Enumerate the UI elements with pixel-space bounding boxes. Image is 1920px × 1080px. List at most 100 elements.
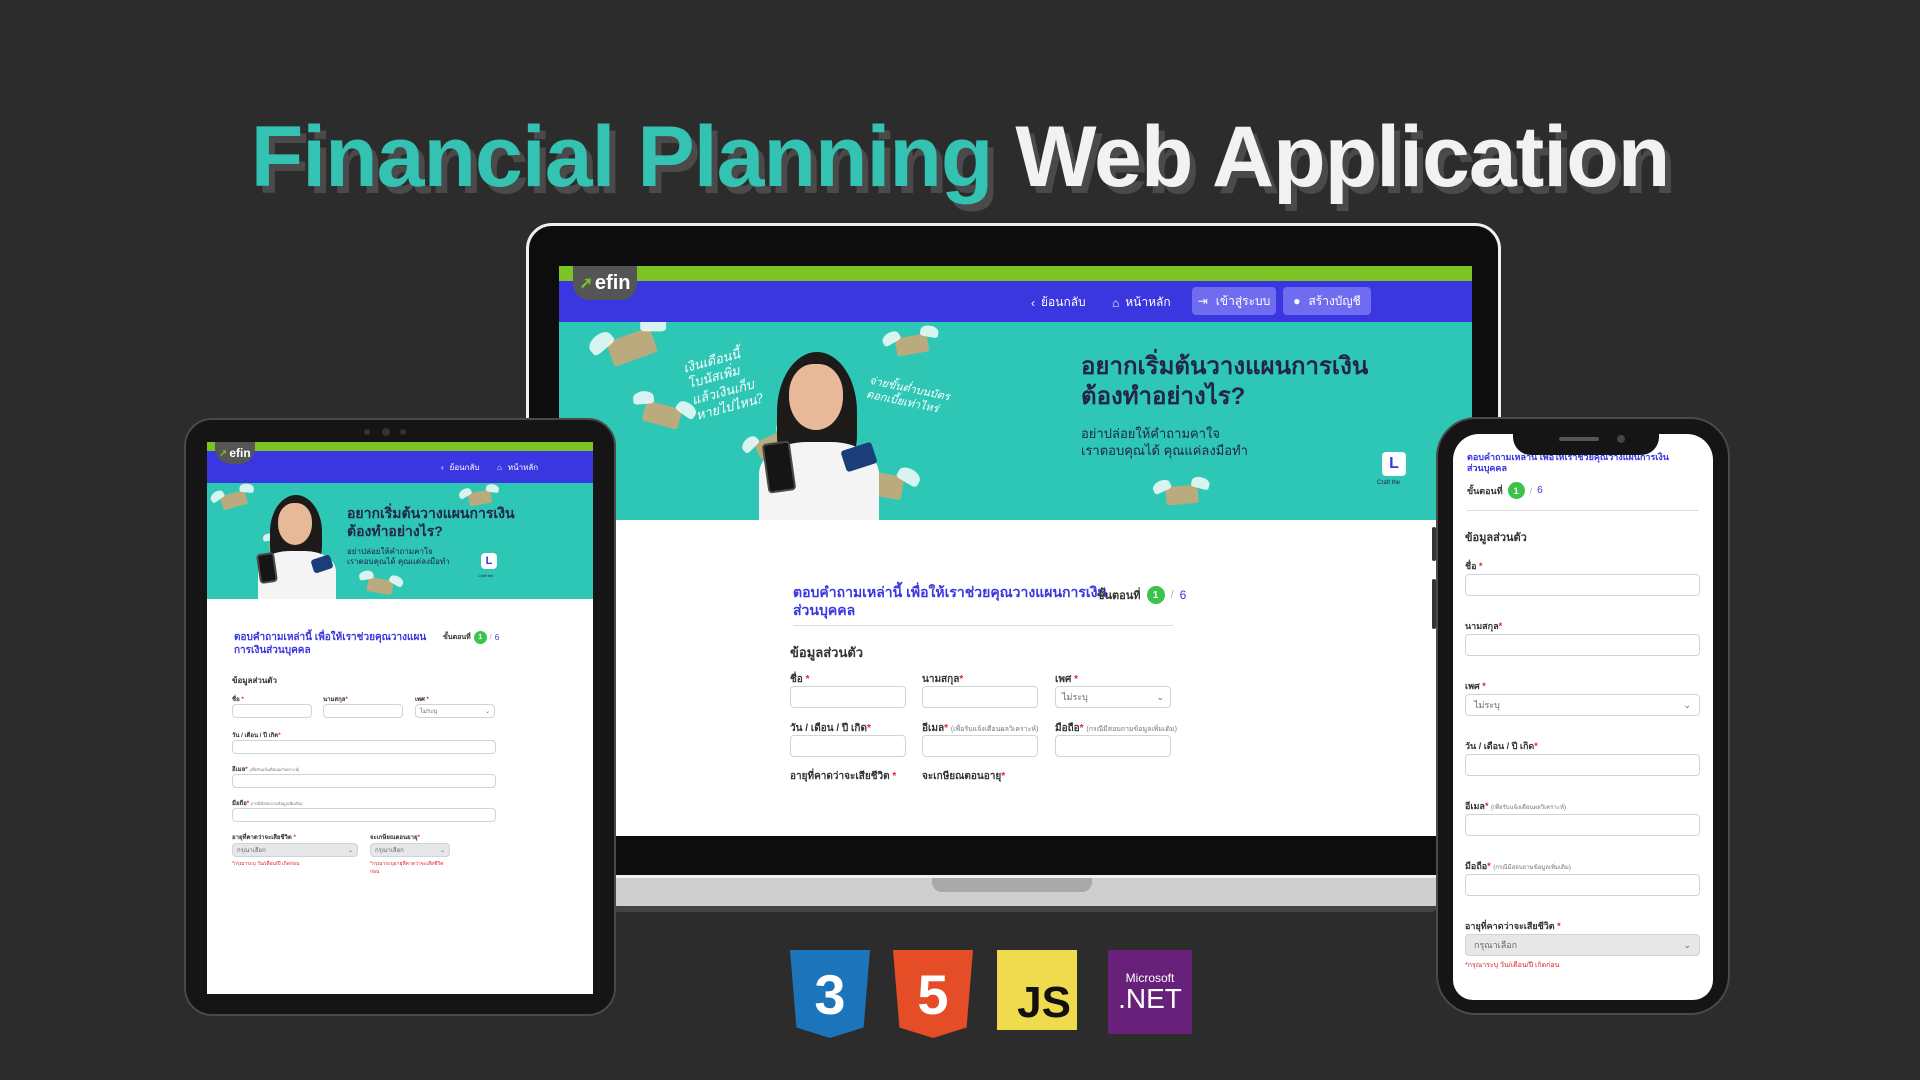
- birthdate-label: วัน / เดือน / ปี เกิด*: [232, 733, 281, 739]
- last-name-input[interactable]: [922, 686, 1038, 708]
- laptop-device: ‹ ย้อนกลับ ⌂ หน้าหลัก ⇥ เข้าสู่ระบบ ● สร…: [526, 223, 1501, 878]
- hero-sub-2: เราตอบคุณได้ คุณแค่ลงมือทำ: [1081, 442, 1248, 458]
- last-name-input[interactable]: [323, 704, 403, 718]
- email-label: อีเมล* (เพื่อรับแจ้งเตือนผลวิเคราะห์): [922, 723, 1039, 734]
- logo-text: efin: [229, 446, 251, 460]
- form-heading: ตอบคำถามเหล่านี้ เพื่อให้เราช่วยคุณวางแผ…: [234, 632, 426, 657]
- chevron-down-icon: ⌄: [347, 847, 353, 854]
- mobile-label: มือถือ* (กรณีมีสอบถามข้อมูลเพิ่มเติม): [232, 801, 303, 807]
- js-logo: JS: [997, 950, 1077, 1030]
- last-name-label: นามสกุล*: [323, 697, 348, 703]
- dotnet-label: .NET: [1118, 983, 1182, 1014]
- register-label: สร้างบัญชี: [1308, 293, 1361, 308]
- hero-headline-2: ต้องทำอย่างไร?: [1081, 383, 1246, 410]
- life-expectancy-label: อายุที่คาดว่าจะเสียชีวิต *: [1465, 921, 1561, 931]
- laptop-base: [612, 878, 1437, 908]
- html5-logo: 5: [893, 950, 973, 1038]
- birthdate-error-text: *กรุณาระบุ วัน/เดือน/ปี เกิดก่อน: [1465, 962, 1560, 969]
- hero-headline-1: อยากเริ่มต้นวางแผนการเงิน: [1081, 353, 1369, 380]
- first-name-label: ชื่อ *: [790, 674, 810, 685]
- section-personal-info: ข้อมูลส่วนตัว: [790, 645, 864, 660]
- page-title: Financial Planning Web Application: [0, 108, 1920, 207]
- step-indicator: ขั้นตอนที่ 1 / 6: [443, 631, 499, 644]
- gender-select[interactable]: ไม่ระบุ ⌄: [1055, 686, 1171, 708]
- form-divider: [1467, 510, 1699, 511]
- last-name-input[interactable]: [1465, 634, 1700, 656]
- mobile-input[interactable]: [232, 808, 496, 822]
- form-heading-line-2: การเงินส่วนบุคคล: [234, 644, 311, 656]
- birthdate-input[interactable]: [1465, 754, 1700, 776]
- flying-money-icon: [219, 489, 249, 511]
- leaf-icon: ➚: [579, 275, 593, 292]
- title-main: Web Application: [1015, 109, 1670, 205]
- nav-back-link[interactable]: ‹ ย้อนกลับ: [1031, 293, 1086, 312]
- email-label: อีเมล* (เพื่อรับแจ้งเตือนผลวิเคราะห์): [232, 767, 300, 773]
- email-input[interactable]: [232, 774, 496, 788]
- first-name-input[interactable]: [1465, 574, 1700, 596]
- flying-money-icon: [894, 333, 930, 357]
- craft-badge-logo: L: [481, 553, 497, 569]
- mobile-label: มือถือ* (กรณีมีสอบถามข้อมูลเพิ่มเติม): [1465, 861, 1571, 871]
- life-expectancy-select[interactable]: กรุณาเลือก ⌄: [232, 843, 358, 857]
- chevron-down-icon: ⌄: [439, 847, 445, 854]
- chevron-down-icon: ⌄: [1156, 691, 1164, 702]
- nav-home-label: หน้าหลัก: [507, 463, 539, 472]
- nav-home-link[interactable]: ⌂ หน้าหลัก: [497, 461, 538, 474]
- first-name-input[interactable]: [790, 686, 906, 708]
- section-personal-info: ข้อมูลส่วนตัว: [232, 676, 277, 685]
- nav-back-link[interactable]: ‹ ย้อนกลับ: [441, 461, 479, 474]
- step-separator: /: [1170, 589, 1174, 601]
- gender-select[interactable]: ไม่ระบุ ⌄: [415, 704, 495, 718]
- flying-money-icon: [1165, 484, 1199, 506]
- chevron-down-icon: ⌄: [1683, 699, 1691, 710]
- navbar: ‹ ย้อนกลับ ⌂ หน้าหลัก: [207, 451, 593, 483]
- hero-banner: เงินเดือนนี้ โบนัสเพิ่ม แล้วเงินเก็บ หาย…: [559, 322, 1472, 520]
- life-expectancy-value: กรุณาเลือก: [237, 848, 266, 854]
- mobile-input[interactable]: [1465, 874, 1700, 896]
- form-heading: ตอบคำถามเหล่านี้ เพื่อให้เราช่วยคุณวางแผ…: [1467, 452, 1697, 475]
- login-icon: ⇥: [1197, 294, 1208, 308]
- phone-notch: [1513, 429, 1659, 455]
- email-input[interactable]: [1465, 814, 1700, 836]
- step-current-badge: 1: [1507, 482, 1525, 499]
- email-input[interactable]: [922, 735, 1038, 757]
- efin-logo[interactable]: ➚ efin: [573, 266, 637, 300]
- camera-icon: [364, 429, 370, 435]
- last-name-label: นามสกุล*: [1465, 621, 1503, 631]
- life-expectancy-label: อายุที่คาดว่าจะเสียชีวิต *: [790, 771, 897, 782]
- life-expectancy-error-text: *กรุณาระบุอายุที่คาดว่าจะเสียชีวิต ก่อน: [370, 861, 444, 875]
- form-heading-line-1: ตอบคำถามเหล่านี้ เพื่อให้เราช่วยคุณวางแผ…: [234, 632, 427, 643]
- birthdate-input[interactable]: [232, 740, 496, 754]
- retire-age-select[interactable]: กรุณาเลือก ⌄: [370, 843, 450, 857]
- hero-subtext: อย่าปล่อยให้คำถามคาใจ เราตอบคุณได้ คุณแค…: [1081, 426, 1248, 460]
- life-expectancy-select[interactable]: กรุณาเลือก ⌄: [1465, 934, 1700, 956]
- gender-label: เพศ *: [1465, 681, 1486, 691]
- nav-back-label: ย้อนกลับ: [1041, 295, 1086, 309]
- phone-device: ตอบคำถามเหล่านี้ เพื่อให้เราช่วยคุณวางแผ…: [1432, 417, 1730, 1015]
- email-label: อีเมล* (เพื่อรับแจ้งเตือนผลวิเคราะห์): [1465, 801, 1566, 811]
- first-name-input[interactable]: [232, 704, 312, 718]
- birthdate-label: วัน / เดือน / ปี เกิด*: [790, 723, 871, 734]
- chevron-down-icon: ⌄: [1683, 939, 1691, 950]
- section-personal-info: ข้อมูลส่วนตัว: [1465, 532, 1527, 544]
- hero-sub-1: อย่าปล่อยให้คำถามคาใจ: [347, 547, 433, 556]
- birthdate-label: วัน / เดือน / ปี เกิด*: [1465, 741, 1538, 751]
- life-expectancy-label: อายุที่คาดว่าจะเสียชีวิต *: [232, 835, 296, 841]
- hero-headline: อยากเริ่มต้นวางแผนการเงิน ต้องทำอย่างไร?: [347, 505, 515, 540]
- nav-home-link[interactable]: ⌂ หน้าหลัก: [1112, 293, 1171, 312]
- phone-screen: ตอบคำถามเหล่านี้ เพื่อให้เราช่วยคุณวางแผ…: [1453, 434, 1713, 1000]
- register-button[interactable]: ● สร้างบัญชี: [1283, 287, 1371, 315]
- mobile-input[interactable]: [1055, 735, 1171, 757]
- hero-subtext: อย่าปล่อยให้คำถามคาใจ เราตอบคุณได้ คุณแค…: [347, 547, 450, 568]
- hero-woman-illustration: [749, 342, 889, 520]
- top-stripe: [559, 266, 1472, 281]
- birthdate-input[interactable]: [790, 735, 906, 757]
- laptop-shadow: [612, 906, 1437, 912]
- flying-money-icon: [366, 576, 394, 596]
- retire-age-label: จะเกษียณตอนอายุ*: [370, 835, 420, 841]
- login-button[interactable]: ⇥ เข้าสู่ระบบ: [1192, 287, 1276, 315]
- craft-badge-logo: L: [1382, 452, 1406, 476]
- gender-select[interactable]: ไม่ระบุ ⌄: [1465, 694, 1700, 716]
- leaf-icon: ➚: [219, 447, 228, 459]
- top-stripe: [207, 442, 593, 451]
